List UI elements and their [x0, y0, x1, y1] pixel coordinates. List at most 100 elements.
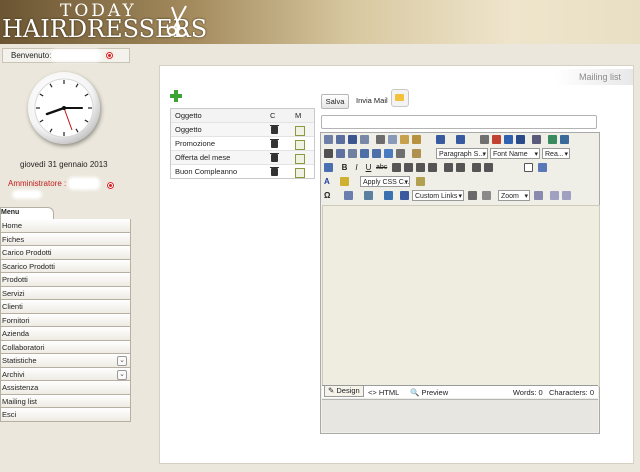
add-icon[interactable]	[170, 90, 182, 102]
tab-preview[interactable]: 🔍 Preview	[410, 388, 448, 397]
font-name-dropdown[interactable]: Font Name	[490, 148, 540, 159]
ordered-list-icon[interactable]	[472, 163, 481, 172]
paragraph-style-dropdown[interactable]: Paragraph S...	[436, 148, 488, 159]
insert-symbol-icon[interactable]	[384, 191, 393, 200]
menu-item-mailing-list[interactable]: Mailing list	[0, 394, 131, 408]
copy-icon[interactable]	[388, 135, 397, 144]
menu-item-prodotti[interactable]: Prodotti	[0, 273, 131, 287]
paste-icon[interactable]	[400, 135, 409, 144]
trash-icon[interactable]	[270, 167, 279, 176]
underline-icon[interactable]: U	[364, 163, 373, 172]
grammar-icon[interactable]	[482, 191, 491, 200]
insert-date-icon[interactable]	[360, 149, 369, 158]
italic-icon[interactable]: I	[352, 163, 361, 172]
trash-icon[interactable]	[270, 139, 279, 148]
trash-icon[interactable]	[270, 125, 279, 134]
omega-icon[interactable]: Ω	[324, 191, 333, 200]
menu-item-servizi[interactable]: Servizi	[0, 286, 131, 300]
highlight-icon[interactable]	[340, 177, 349, 186]
menu-item-azienda[interactable]: Azienda	[0, 327, 131, 341]
menu-item-statistiche[interactable]: Statistiche ⌄	[0, 354, 131, 368]
insert-box-icon[interactable]	[364, 191, 373, 200]
help-icon[interactable]	[550, 191, 559, 200]
menu-item-carico-prodotti[interactable]: Carico Prodotti	[0, 246, 131, 260]
editor-content-area[interactable]	[322, 205, 600, 387]
save-button[interactable]: Salva	[321, 94, 349, 109]
undo-icon[interactable]	[436, 135, 445, 144]
about-icon[interactable]	[562, 191, 571, 200]
align-right-icon[interactable]	[416, 163, 425, 172]
align-left-icon[interactable]	[392, 163, 401, 172]
unordered-list-icon[interactable]	[484, 163, 493, 172]
html-editor: Paragraph S... Font Name Rea... B I U ab…	[320, 132, 600, 434]
table-row[interactable]: Oggetto	[171, 123, 314, 137]
outdent-icon[interactable]	[456, 163, 465, 172]
css-class-dropdown[interactable]: Apply CSS C...	[360, 176, 410, 187]
remove-format-icon[interactable]	[324, 149, 333, 158]
edit-icon[interactable]	[295, 126, 305, 136]
custom-links-dropdown[interactable]: Custom Links	[412, 190, 464, 201]
flash-icon[interactable]	[560, 135, 569, 144]
insert-table-icon[interactable]	[344, 191, 353, 200]
template-icon[interactable]	[548, 135, 557, 144]
admin-logout-icon[interactable]	[106, 181, 115, 190]
cut-icon[interactable]	[376, 135, 385, 144]
anchor-icon[interactable]	[492, 135, 501, 144]
paragraph-mark-icon[interactable]	[348, 149, 357, 158]
chevron-down-icon[interactable]: ⌄	[117, 369, 127, 380]
logout-icon[interactable]	[105, 51, 114, 60]
table-icon[interactable]	[532, 135, 541, 144]
fullscreen-icon[interactable]	[360, 135, 369, 144]
zoom-dropdown[interactable]: Zoom	[498, 190, 530, 201]
form-icon[interactable]	[384, 149, 393, 158]
table-row[interactable]: Offerta del mese	[171, 151, 314, 165]
paste-text-icon[interactable]	[412, 135, 421, 144]
clock-small-icon[interactable]	[396, 149, 405, 158]
menu-item-scarico-prodotti[interactable]: Scarico Prodotti	[0, 259, 131, 273]
quote-icon[interactable]	[538, 163, 547, 172]
insert-time-icon[interactable]	[372, 149, 381, 158]
superscript-icon[interactable]	[336, 149, 345, 158]
code-view-icon[interactable]	[524, 163, 533, 172]
menu-item-assistenza[interactable]: Assistenza	[0, 381, 131, 395]
find-icon[interactable]	[348, 135, 357, 144]
bold-icon[interactable]: B	[340, 163, 349, 172]
table-row[interactable]: Promozione	[171, 137, 314, 151]
redo-icon[interactable]	[456, 135, 465, 144]
unlink-icon[interactable]	[516, 135, 525, 144]
print-icon[interactable]	[324, 135, 333, 144]
menu-item-collaboratori[interactable]: Collaboratori	[0, 340, 131, 354]
edit-icon[interactable]	[295, 168, 305, 178]
spellcheck-icon[interactable]	[336, 135, 345, 144]
edit-icon[interactable]	[295, 154, 305, 164]
chevron-down-icon[interactable]: ⌄	[117, 356, 127, 366]
indent-icon[interactable]	[444, 163, 453, 172]
link-icon[interactable]	[504, 135, 513, 144]
align-justify-icon[interactable]	[428, 163, 437, 172]
menu-item-esci[interactable]: Esci	[0, 408, 131, 422]
properties-icon[interactable]	[534, 191, 543, 200]
format-painter-icon[interactable]	[416, 177, 425, 186]
send-mail-icon[interactable]	[391, 89, 409, 107]
subject-input[interactable]	[321, 115, 597, 129]
send-mail-label[interactable]: Invia Mail	[356, 96, 388, 105]
font-size-dropdown[interactable]: Rea...	[542, 148, 570, 159]
insert-media-icon[interactable]	[400, 191, 409, 200]
menu-item-clienti[interactable]: Clienti	[0, 300, 131, 314]
table-row[interactable]: Buon Compleanno	[171, 165, 314, 178]
trash-icon[interactable]	[270, 153, 279, 162]
menu-item-fiches[interactable]: Fiches	[0, 232, 131, 246]
spell-icon[interactable]	[468, 191, 477, 200]
menu-item-home[interactable]: Home	[0, 219, 131, 233]
tab-html[interactable]: <> HTML	[368, 388, 399, 397]
align-center-icon[interactable]	[404, 163, 413, 172]
edit-icon[interactable]	[295, 140, 305, 150]
menu-item-archivi[interactable]: Archivi ⌄	[0, 367, 131, 381]
font-color-icon[interactable]: A	[324, 177, 333, 186]
strikethrough-icon[interactable]: abc	[376, 163, 387, 172]
tab-design[interactable]: ✎ Design	[324, 386, 364, 397]
style-icon[interactable]	[324, 163, 333, 172]
special-char-icon[interactable]	[412, 149, 421, 158]
image-icon[interactable]	[480, 135, 489, 144]
menu-item-fornitori[interactable]: Fornitori	[0, 313, 131, 327]
